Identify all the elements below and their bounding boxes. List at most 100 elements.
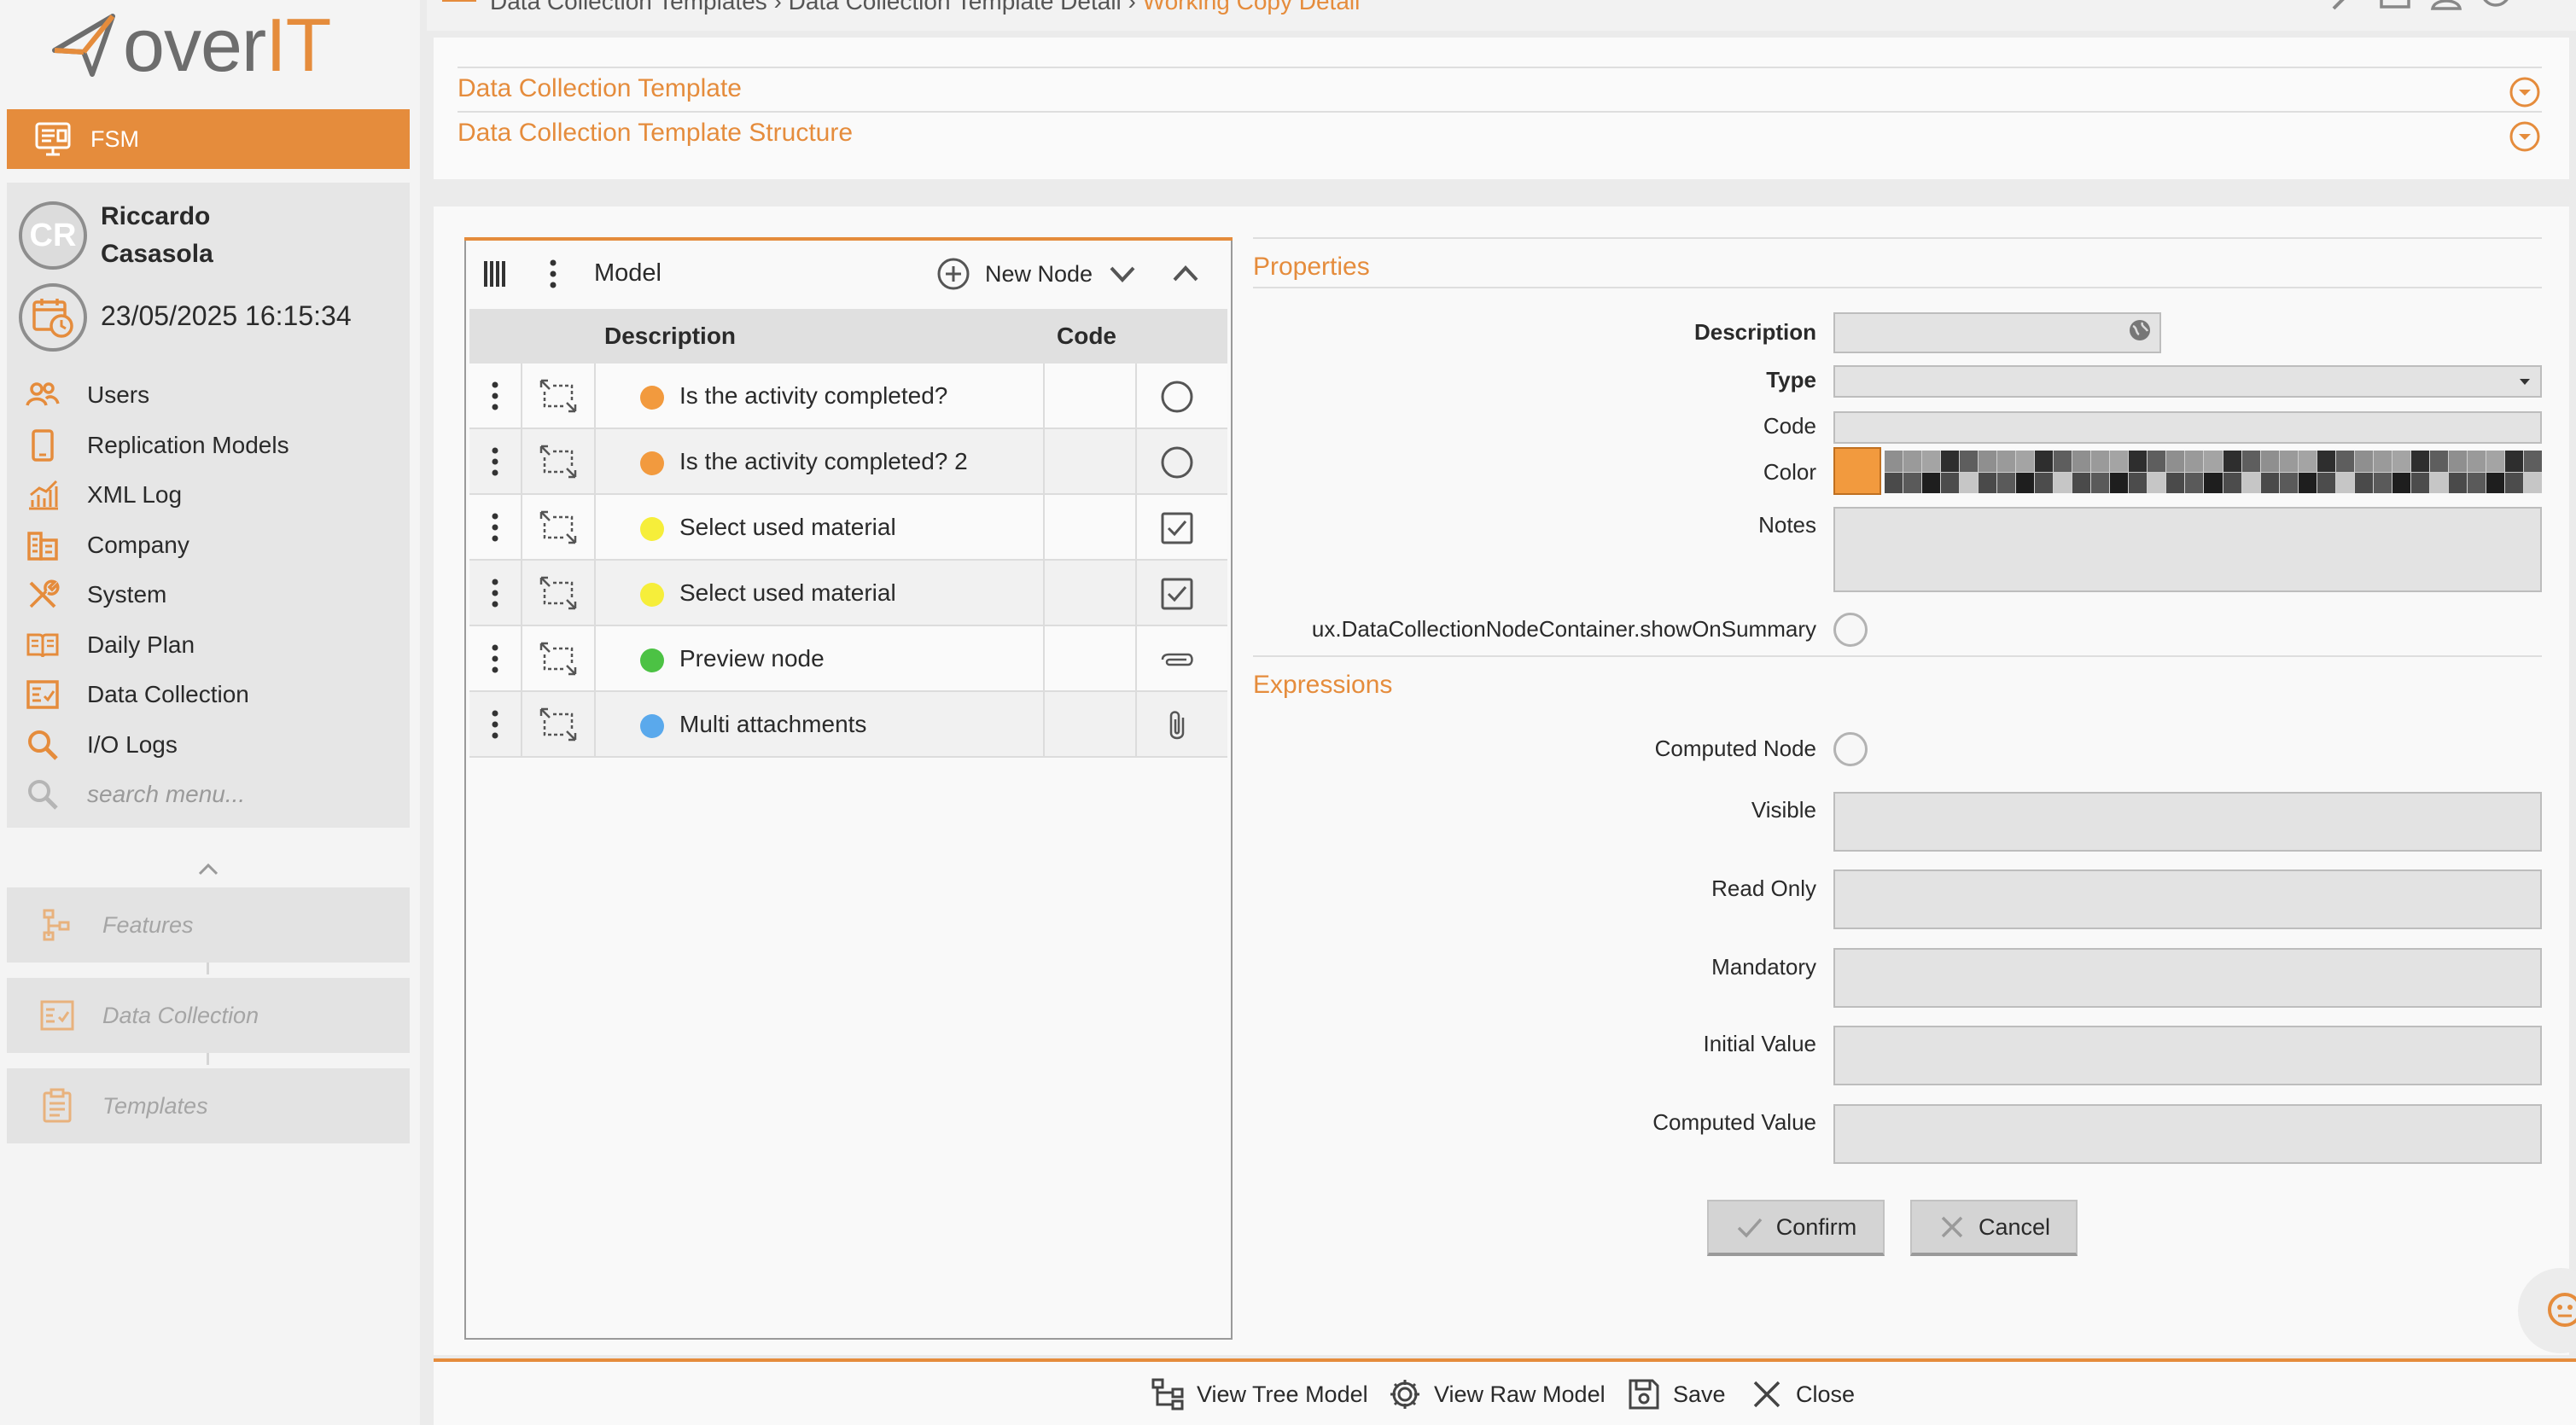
accordion-data-collection-template[interactable]: Data Collection Template xyxy=(458,67,2542,109)
palette-color-swatch[interactable] xyxy=(2035,472,2054,493)
palette-color-swatch[interactable] xyxy=(2279,472,2298,493)
sidebar-item-company[interactable]: Company xyxy=(26,521,401,571)
palette-color-swatch[interactable] xyxy=(2429,451,2448,472)
overit-logo[interactable]: overIT xyxy=(50,7,374,84)
favorite-features[interactable]: Features xyxy=(7,887,410,963)
palette-color-swatch[interactable] xyxy=(2185,451,2204,472)
palette-color-swatch[interactable] xyxy=(2110,451,2129,472)
palette-color-swatch[interactable] xyxy=(2072,472,2091,493)
palette-color-swatch[interactable] xyxy=(2448,451,2467,472)
palette-color-swatch[interactable] xyxy=(1885,472,1903,493)
palette-color-swatch[interactable] xyxy=(2392,472,2410,493)
pencil-icon[interactable] xyxy=(2327,0,2361,12)
computed-value-input[interactable] xyxy=(1833,1104,2542,1164)
move-node-icon[interactable] xyxy=(538,706,579,743)
palette-color-swatch[interactable] xyxy=(2354,472,2373,493)
move-node-icon[interactable] xyxy=(538,443,579,480)
initial-value-input[interactable] xyxy=(1833,1026,2542,1085)
mandatory-input[interactable] xyxy=(1833,948,2542,1008)
palette-color-swatch[interactable] xyxy=(2223,451,2241,472)
palette-color-swatch[interactable] xyxy=(2429,472,2448,493)
globe-icon[interactable] xyxy=(2127,317,2153,343)
hamburger-menu-icon[interactable] xyxy=(442,0,476,7)
selected-color-swatch[interactable] xyxy=(1833,447,1881,495)
palette-color-swatch[interactable] xyxy=(2166,472,2185,493)
window-icon[interactable] xyxy=(2378,0,2412,12)
accordion-data-collection-template-structure[interactable]: Data Collection Template Structure xyxy=(458,111,2542,154)
kebab-menu-icon[interactable] xyxy=(490,709,500,740)
palette-color-swatch[interactable] xyxy=(2486,451,2504,472)
sidebar-item-replication-models[interactable]: Replication Models xyxy=(26,421,401,471)
palette-color-swatch[interactable] xyxy=(2091,472,2110,493)
palette-color-swatch[interactable] xyxy=(2298,472,2317,493)
module-fsm-button[interactable]: FSM xyxy=(7,109,410,169)
palette-color-swatch[interactable] xyxy=(1997,472,2016,493)
palette-color-swatch[interactable] xyxy=(2317,472,2335,493)
read-only-input[interactable] xyxy=(1833,870,2542,929)
kebab-menu-icon[interactable] xyxy=(490,446,500,477)
table-row[interactable]: Preview node xyxy=(469,626,1227,692)
sidebar-item-data-collection[interactable]: Data Collection xyxy=(26,670,401,720)
palette-color-swatch[interactable] xyxy=(2223,472,2241,493)
column-header-code[interactable]: Code xyxy=(1057,323,1116,350)
palette-color-swatch[interactable] xyxy=(1979,472,1997,493)
sidebar-item-system[interactable]: System xyxy=(26,570,401,620)
cancel-button[interactable]: Cancel xyxy=(1910,1200,2078,1256)
palette-color-swatch[interactable] xyxy=(2279,451,2298,472)
palette-color-swatch[interactable] xyxy=(2016,451,2035,472)
visible-input[interactable] xyxy=(1833,792,2542,852)
palette-color-swatch[interactable] xyxy=(2504,472,2523,493)
table-row[interactable]: Multi attachments xyxy=(469,692,1227,758)
palette-color-swatch[interactable] xyxy=(2354,451,2373,472)
palette-color-swatch[interactable] xyxy=(1997,451,2016,472)
palette-color-swatch[interactable] xyxy=(1960,472,1979,493)
palette-color-swatch[interactable] xyxy=(2091,451,2110,472)
description-input[interactable] xyxy=(1833,312,2161,353)
show-on-summary-toggle[interactable] xyxy=(1833,613,1868,647)
palette-color-swatch[interactable] xyxy=(2035,451,2054,472)
palette-color-swatch[interactable] xyxy=(2410,472,2429,493)
chevron-down-icon[interactable] xyxy=(1108,261,1137,287)
color-palette[interactable] xyxy=(1885,451,2542,493)
palette-color-swatch[interactable] xyxy=(2448,472,2467,493)
palette-color-swatch[interactable] xyxy=(2410,451,2429,472)
notes-textarea[interactable] xyxy=(1833,507,2542,592)
palette-color-swatch[interactable] xyxy=(2241,451,2260,472)
palette-color-swatch[interactable] xyxy=(2072,451,2091,472)
kebab-menu-icon[interactable] xyxy=(490,381,500,411)
palette-color-swatch[interactable] xyxy=(2016,472,2035,493)
avatar[interactable]: CR xyxy=(19,201,87,270)
palette-color-swatch[interactable] xyxy=(2467,451,2486,472)
computed-node-toggle[interactable] xyxy=(1833,732,1868,766)
palette-color-swatch[interactable] xyxy=(2185,472,2204,493)
view-raw-model-button[interactable]: View Raw Model xyxy=(1388,1377,1606,1411)
palette-color-swatch[interactable] xyxy=(2523,472,2542,493)
palette-color-swatch[interactable] xyxy=(2523,451,2542,472)
new-node-button[interactable]: New Node xyxy=(935,254,1093,294)
move-node-icon[interactable] xyxy=(538,509,579,546)
palette-color-swatch[interactable] xyxy=(2373,472,2392,493)
palette-color-swatch[interactable] xyxy=(2486,472,2504,493)
palette-color-swatch[interactable] xyxy=(2241,472,2260,493)
favorite-data-collection[interactable]: Data Collection xyxy=(7,978,410,1053)
palette-color-swatch[interactable] xyxy=(2054,472,2072,493)
palette-color-swatch[interactable] xyxy=(2129,451,2148,472)
table-row[interactable]: Select used material xyxy=(469,495,1227,561)
sidebar-item-users[interactable]: Users xyxy=(26,370,401,421)
kebab-menu-icon[interactable] xyxy=(490,512,500,543)
table-row[interactable]: Select used material xyxy=(469,561,1227,626)
palette-color-swatch[interactable] xyxy=(2504,451,2523,472)
columns-icon[interactable] xyxy=(483,259,507,288)
table-row[interactable]: Is the activity completed? xyxy=(469,364,1227,429)
palette-color-swatch[interactable] xyxy=(2129,472,2148,493)
palette-color-swatch[interactable] xyxy=(2148,451,2166,472)
palette-color-swatch[interactable] xyxy=(2317,451,2335,472)
view-tree-model-button[interactable]: View Tree Model xyxy=(1151,1377,1368,1411)
chevron-up-icon[interactable] xyxy=(193,853,224,884)
palette-color-swatch[interactable] xyxy=(2054,451,2072,472)
move-node-icon[interactable] xyxy=(538,377,579,415)
palette-color-swatch[interactable] xyxy=(2373,451,2392,472)
menu-search-input[interactable]: search menu... xyxy=(26,770,401,820)
palette-color-swatch[interactable] xyxy=(1885,451,1903,472)
palette-color-swatch[interactable] xyxy=(1903,472,1922,493)
